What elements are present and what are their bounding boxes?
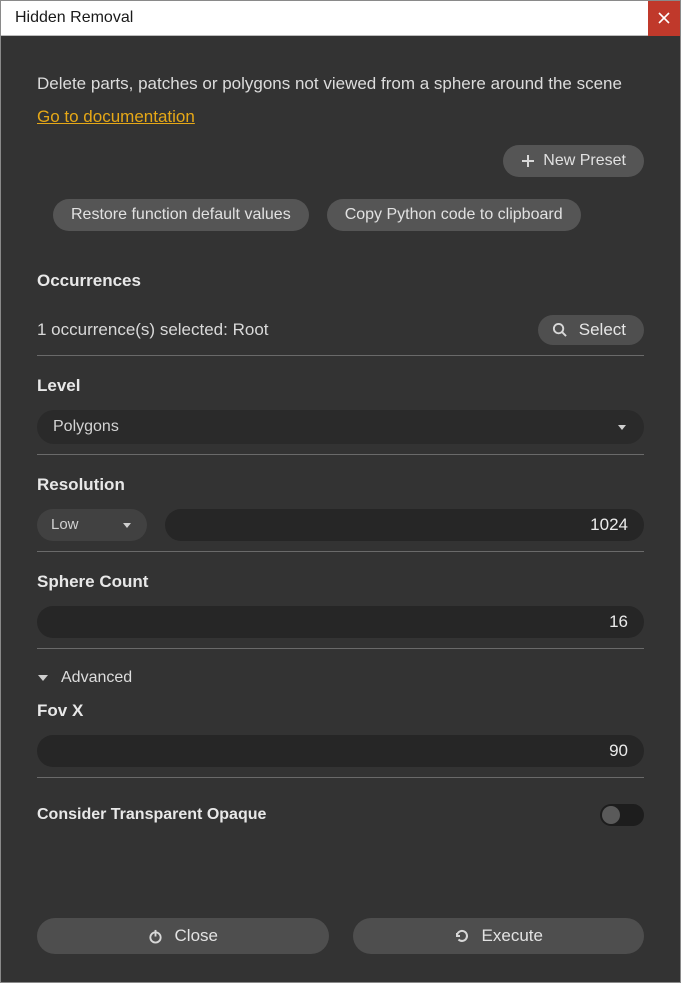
new-preset-button[interactable]: New Preset: [503, 145, 644, 177]
advanced-toggle[interactable]: Advanced: [37, 669, 644, 687]
level-label: Level: [37, 376, 644, 396]
execute-button[interactable]: Execute: [353, 918, 645, 954]
copy-python-label: Copy Python code to clipboard: [345, 206, 563, 224]
divider: [37, 648, 644, 649]
select-occurrences-button[interactable]: Select: [538, 315, 644, 345]
sphere-count-value: 16: [609, 612, 628, 632]
fovx-input[interactable]: 90: [37, 735, 644, 767]
power-icon: [148, 929, 163, 944]
chevron-down-icon: [616, 421, 628, 433]
consider-transparent-opaque-toggle[interactable]: [600, 804, 644, 826]
select-button-label: Select: [579, 320, 626, 340]
copy-python-button[interactable]: Copy Python code to clipboard: [327, 199, 581, 231]
search-icon: [552, 322, 567, 337]
advanced-label: Advanced: [61, 669, 132, 687]
occurrences-status: 1 occurrence(s) selected: Root: [37, 320, 269, 340]
chevron-down-icon: [121, 519, 133, 531]
fovx-value: 90: [609, 741, 628, 761]
restore-defaults-label: Restore function default values: [71, 206, 291, 224]
divider: [37, 551, 644, 552]
divider: [37, 355, 644, 356]
window-close-button[interactable]: [648, 1, 680, 36]
title-bar: Hidden Removal: [1, 1, 680, 36]
window-title: Hidden Removal: [1, 9, 133, 27]
occurrences-label: Occurrences: [37, 271, 644, 291]
sphere-count-input[interactable]: 16: [37, 606, 644, 638]
divider: [37, 454, 644, 455]
dialog-body: Delete parts, patches or polygons not vi…: [1, 36, 680, 982]
close-icon: [658, 12, 670, 24]
refresh-icon: [454, 928, 470, 944]
chevron-down-icon: [37, 672, 49, 684]
resolution-value: 1024: [590, 515, 628, 535]
divider: [37, 777, 644, 778]
plus-icon: [521, 154, 535, 168]
level-dropdown[interactable]: Polygons: [37, 410, 644, 444]
fovx-label: Fov X: [37, 701, 644, 721]
consider-transparent-opaque-label: Consider Transparent Opaque: [37, 806, 266, 824]
level-value: Polygons: [53, 418, 119, 436]
resolution-preset-dropdown[interactable]: Low: [37, 509, 147, 541]
new-preset-label: New Preset: [543, 152, 626, 170]
restore-defaults-button[interactable]: Restore function default values: [53, 199, 309, 231]
resolution-input[interactable]: 1024: [165, 509, 644, 541]
close-button[interactable]: Close: [37, 918, 329, 954]
documentation-link[interactable]: Go to documentation: [37, 107, 644, 127]
resolution-label: Resolution: [37, 475, 644, 495]
resolution-preset-value: Low: [51, 516, 79, 533]
sphere-count-label: Sphere Count: [37, 572, 644, 592]
close-label: Close: [175, 926, 218, 946]
description-text: Delete parts, patches or polygons not vi…: [37, 72, 644, 97]
execute-label: Execute: [482, 926, 543, 946]
toggle-knob: [602, 806, 620, 824]
dialog-window: Hidden Removal Delete parts, patches or …: [0, 0, 681, 983]
